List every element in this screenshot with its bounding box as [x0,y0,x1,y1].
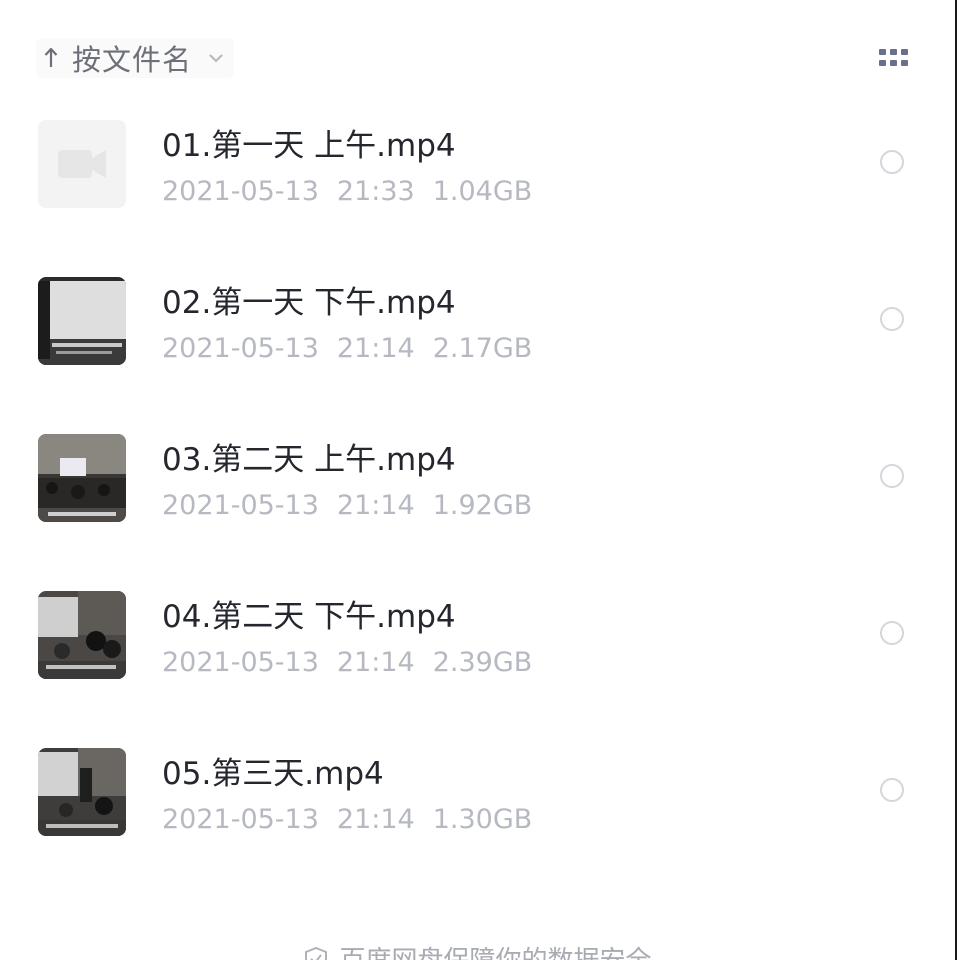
file-time: 21:14 [336,333,415,364]
select-checkbox[interactable] [880,307,904,331]
select-checkbox[interactable] [880,621,904,645]
file-name: 05.第三天.mp4 [162,756,384,792]
file-row[interactable]: 02.第一天 下午.mp4 2021-05-13 21:14 2.17GB [0,269,955,426]
file-name: 02.第一天 下午.mp4 [162,285,456,321]
grid-view-icon [879,49,909,71]
file-time: 21:14 [336,804,415,835]
file-time: 21:14 [336,490,415,521]
chevron-down-icon [204,38,228,78]
file-row[interactable]: 03.第二天 上午.mp4 2021-05-13 21:14 1.92GB [0,426,955,583]
file-meta: 2021-05-13 21:14 2.17GB [162,333,550,364]
file-size: 1.92GB [432,490,533,521]
file-date: 2021-05-13 [162,176,319,207]
file-row[interactable]: 05.第三天.mp4 2021-05-13 21:14 1.30GB [0,740,955,897]
file-size: 2.39GB [432,647,533,678]
file-size: 1.30GB [432,804,533,835]
file-meta: 2021-05-13 21:14 1.92GB [162,490,550,521]
video-thumbnail [38,591,126,679]
video-thumbnail [38,434,126,522]
select-checkbox[interactable] [880,150,904,174]
video-placeholder-icon [38,120,126,208]
file-name: 01.第一天 上午.mp4 [162,128,456,164]
footer-text: 百度网盘保障你的数据安全 [339,940,651,960]
file-date: 2021-05-13 [162,804,319,835]
select-checkbox[interactable] [880,778,904,802]
file-meta: 2021-05-13 21:14 1.30GB [162,804,550,835]
file-size: 1.04GB [432,176,533,207]
select-checkbox[interactable] [880,464,904,488]
file-time: 21:33 [336,176,415,207]
grid-view-toggle[interactable] [874,46,914,74]
arrow-up-icon [36,38,66,78]
file-list: 01.第一天 上午.mp4 2021-05-13 21:33 1.04GB 02.第… [0,112,955,897]
file-date: 2021-05-13 [162,647,319,678]
scrollbar-edge [955,0,957,960]
file-browser-screen: 按文件名 01.第一天 上午.mp4 2021-05-13 21:33 1.04… [0,0,960,960]
shield-icon [303,946,329,960]
file-size: 2.17GB [432,333,533,364]
file-name: 03.第二天 上午.mp4 [162,442,456,478]
file-row[interactable]: 04.第二天 下午.mp4 2021-05-13 21:14 2.39GB [0,583,955,740]
file-row[interactable]: 01.第一天 上午.mp4 2021-05-13 21:33 1.04GB [0,112,955,269]
security-footer: 百度网盘保障你的数据安全 [0,940,955,960]
file-date: 2021-05-13 [162,490,319,521]
file-meta: 2021-05-13 21:14 2.39GB [162,647,550,678]
file-date: 2021-05-13 [162,333,319,364]
toolbar: 按文件名 [0,0,955,112]
video-thumbnail [38,748,126,836]
file-meta: 2021-05-13 21:33 1.04GB [162,176,550,207]
sort-selector[interactable]: 按文件名 [36,38,235,78]
video-thumbnail [38,277,126,365]
file-time: 21:14 [336,647,415,678]
sort-label: 按文件名 [72,43,193,77]
file-name: 04.第二天 下午.mp4 [162,599,456,635]
